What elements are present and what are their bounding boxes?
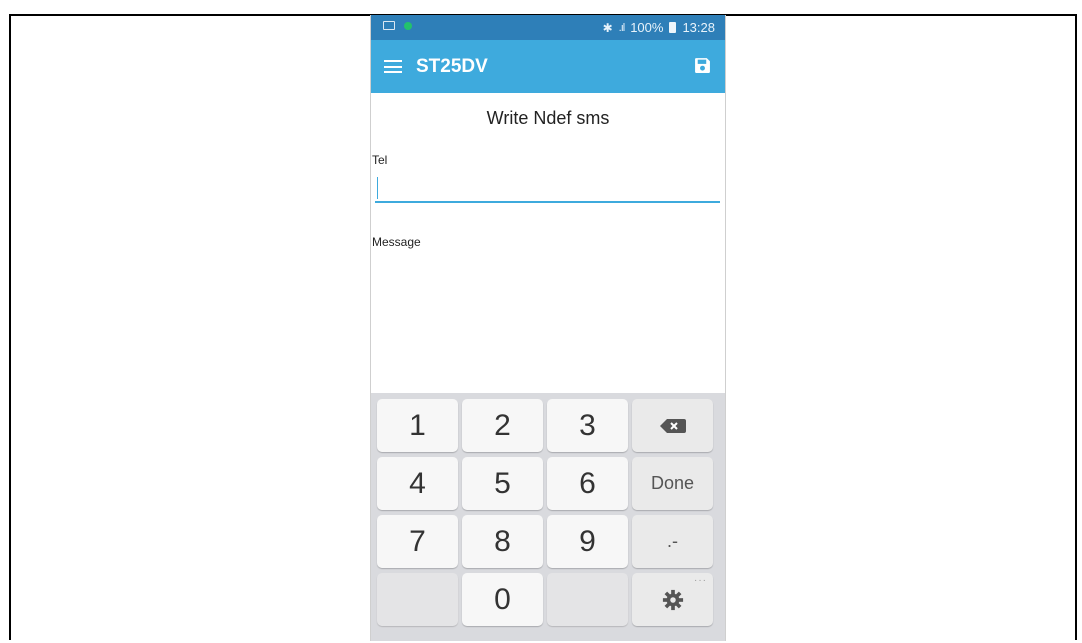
- battery-icon: [669, 22, 677, 33]
- blank-key-left[interactable]: [377, 573, 458, 626]
- punctuation-key[interactable]: .-: [632, 515, 713, 568]
- more-dots-icon: ···: [694, 575, 707, 586]
- key-9[interactable]: 9: [547, 515, 628, 568]
- backspace-icon: [659, 418, 686, 433]
- gear-icon: [662, 589, 683, 610]
- status-bar: ✱ .ıl 100% 13:28: [371, 15, 725, 40]
- backspace-key[interactable]: [632, 399, 713, 452]
- app-notification-icon: [404, 21, 412, 30]
- figure-caption-fragment: [420, 0, 570, 12]
- app-title: ST25DV: [416, 56, 488, 77]
- key-6[interactable]: 6: [547, 457, 628, 510]
- settings-key[interactable]: ···: [632, 573, 713, 626]
- tel-input[interactable]: [375, 173, 720, 203]
- done-key[interactable]: Done: [632, 457, 713, 510]
- key-1[interactable]: 1: [377, 399, 458, 452]
- tel-label: Tel: [372, 153, 388, 167]
- clock: 13:28: [682, 20, 715, 35]
- key-2[interactable]: 2: [462, 399, 543, 452]
- message-label: Message: [372, 235, 421, 249]
- blank-key-right[interactable]: [547, 573, 628, 626]
- key-8[interactable]: 8: [462, 515, 543, 568]
- key-3[interactable]: 3: [547, 399, 628, 452]
- text-cursor: [377, 177, 378, 199]
- signal-icon: .ıl: [618, 21, 625, 34]
- key-0[interactable]: 0: [462, 573, 543, 626]
- numeric-keyboard: 1 2 3 4 5 6 Done 7 8 9 .- 0 ···: [371, 393, 725, 641]
- key-4[interactable]: 4: [377, 457, 458, 510]
- menu-icon[interactable]: [384, 60, 402, 73]
- key-7[interactable]: 7: [377, 515, 458, 568]
- app-bar: ST25DV: [371, 40, 725, 93]
- message-notification-icon: [383, 21, 395, 30]
- form-content: Write Ndef sms Tel Message: [371, 93, 725, 393]
- key-5[interactable]: 5: [462, 457, 543, 510]
- battery-percent: 100%: [630, 20, 664, 35]
- bluetooth-icon: ✱: [602, 20, 613, 35]
- phone-screen: ✱ .ıl 100% 13:28 ST25DV Write Ndef sms T…: [370, 15, 726, 641]
- save-icon[interactable]: [694, 57, 711, 74]
- screen-title: Write Ndef sms: [486, 108, 610, 128]
